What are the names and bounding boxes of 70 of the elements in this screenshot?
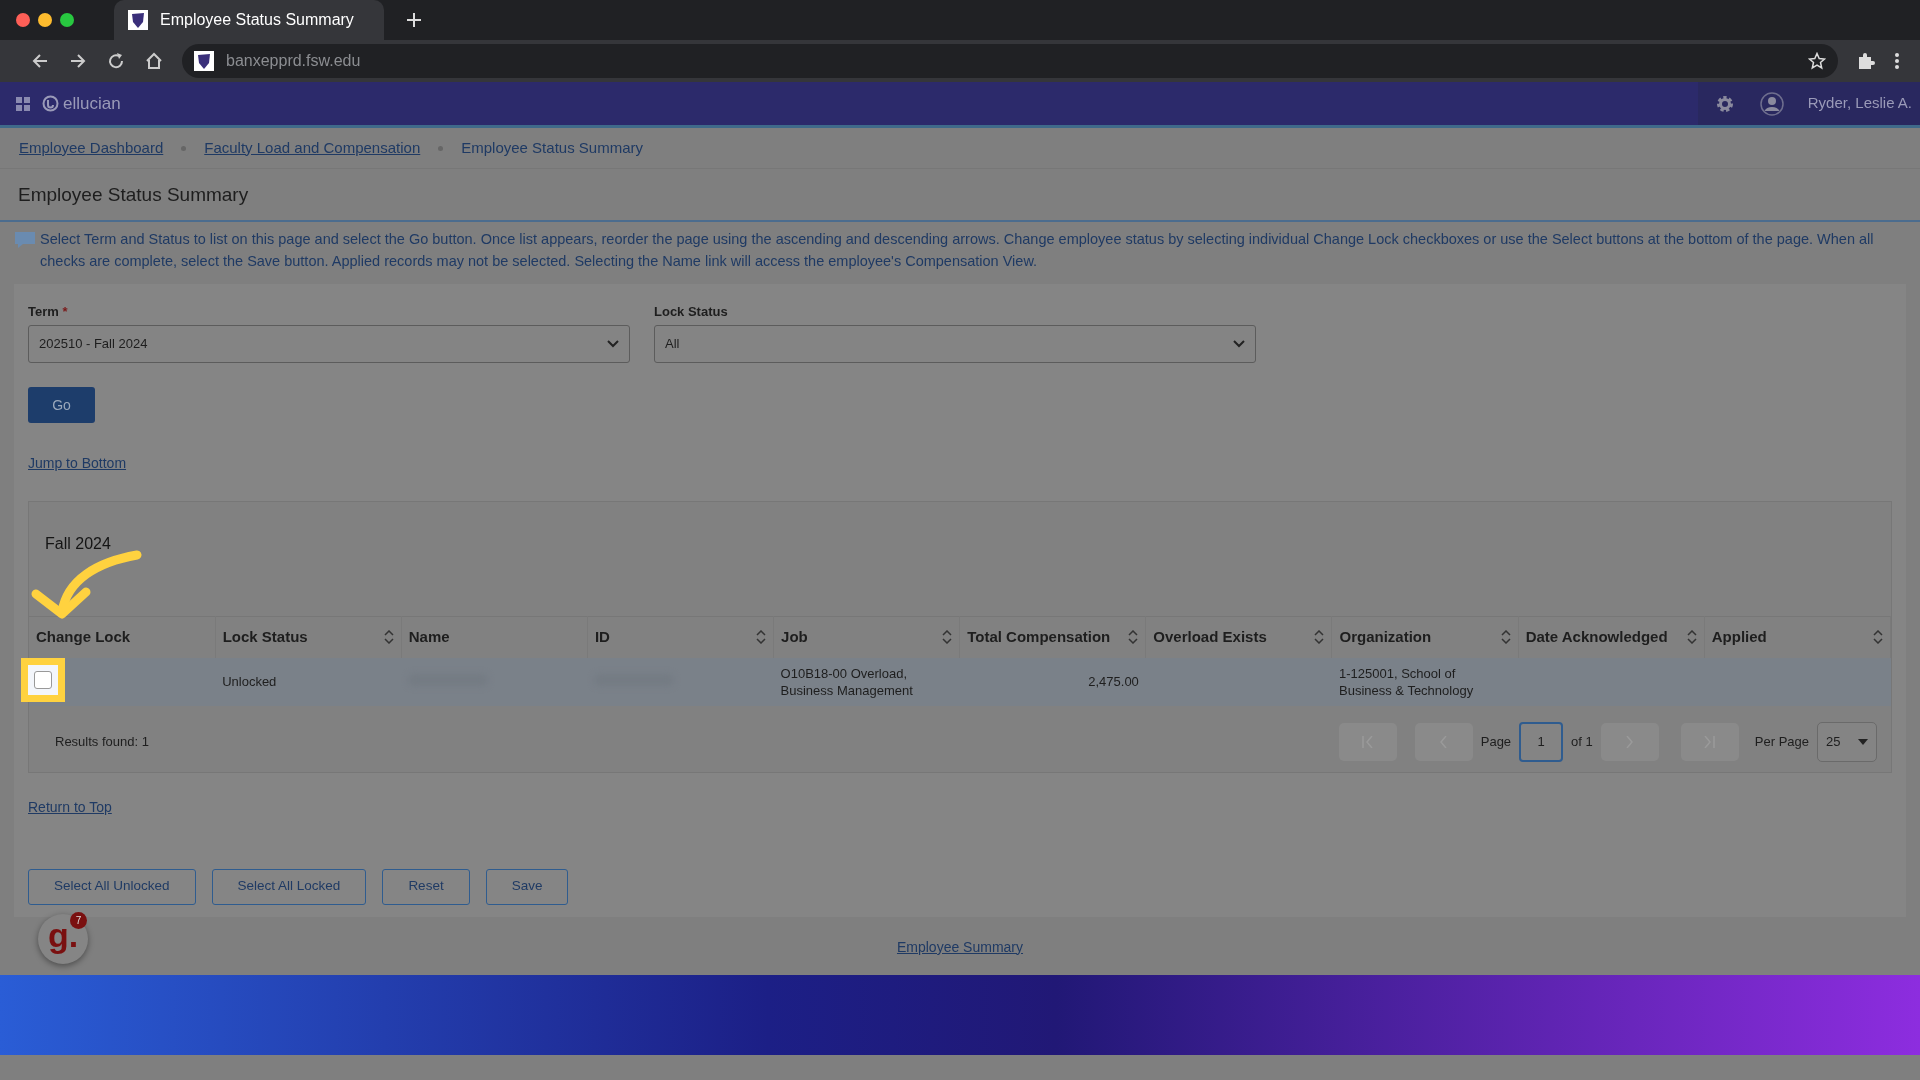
required-mark: * xyxy=(62,303,68,319)
column-header[interactable]: Total Compensation xyxy=(959,616,1146,658)
speech-bubble-icon xyxy=(14,230,36,249)
star-icon[interactable] xyxy=(1808,52,1826,70)
page-label: Page xyxy=(1480,732,1512,751)
column-header[interactable]: Change Lock xyxy=(29,616,216,658)
action-button[interactable]: Reset xyxy=(382,868,470,905)
action-button[interactable]: Save xyxy=(485,868,569,905)
sort-icon[interactable] xyxy=(1873,630,1883,645)
address-bar[interactable]: banxepprd.fsw.edu xyxy=(182,44,1838,78)
sort-icon[interactable] xyxy=(383,630,394,645)
action-button[interactable]: Select All Locked xyxy=(211,868,367,905)
per-page-select[interactable]: 25 xyxy=(1817,721,1877,762)
column-header[interactable]: Lock Status xyxy=(215,616,402,658)
reload-icon[interactable] xyxy=(106,51,126,71)
dropdown-caret-icon xyxy=(1858,738,1868,745)
chevron-down-icon xyxy=(607,340,619,348)
window-control-dot[interactable] xyxy=(16,13,30,27)
page-title: Employee Status Summary xyxy=(0,169,1920,222)
sort-icon[interactable] xyxy=(1314,630,1325,645)
browser-tab[interactable]: Employee Status Summary xyxy=(114,0,384,40)
table-cell: 1-125001, School of Business & Technology xyxy=(1332,657,1519,706)
column-header[interactable]: Name xyxy=(401,616,588,658)
sort-icon[interactable] xyxy=(756,630,767,645)
checkbox[interactable] xyxy=(34,670,52,689)
breadcrumb-current: Employee Status Summary xyxy=(461,137,643,158)
action-button[interactable]: Select All Unlocked xyxy=(28,868,196,905)
sort-icon[interactable] xyxy=(1500,630,1511,645)
column-header[interactable]: Applied xyxy=(1704,616,1891,658)
window-control-dot[interactable] xyxy=(38,13,52,27)
column-header[interactable]: Job xyxy=(773,616,960,658)
table-cell: O10B18-00 Overload, Business Management xyxy=(773,657,960,706)
table-cell: Unlocked xyxy=(215,657,402,706)
puzzle-icon[interactable] xyxy=(1856,51,1876,71)
table-cell: 2,475.00 xyxy=(959,657,1146,706)
logo-icon xyxy=(42,95,59,112)
column-header[interactable]: Overload Exists xyxy=(1145,616,1332,658)
table-title: Fall 2024 xyxy=(45,535,111,552)
shield-icon xyxy=(128,10,148,30)
more-icon[interactable] xyxy=(1894,52,1900,70)
return-link[interactable]: Return to Top xyxy=(28,796,112,818)
breadcrumb-link[interactable]: Employee Dashboard xyxy=(19,136,164,160)
field-label: Lock Status xyxy=(654,303,728,319)
go-button[interactable]: Go xyxy=(28,387,95,423)
footer-link[interactable]: Employee Summary xyxy=(896,938,1023,955)
tab-title: Employee Status Summary xyxy=(160,10,354,30)
chevron-down-icon xyxy=(1233,340,1245,348)
column-header[interactable]: Organization xyxy=(1332,616,1519,658)
dropdown[interactable]: All xyxy=(654,325,1256,363)
column-header[interactable]: ID xyxy=(587,616,774,658)
grid-menu-icon[interactable] xyxy=(16,96,30,111)
instructions-text: Select Term and Status to list on this page and select the Go button. Once list appears, reorder the page using the ascending and descending arrows. Change employee status by selecting individual Change Lock checkboxes or use the Select buttons at the bottom of the page. When all checks are complete, select the Save button. Applied records may not be selected. Selecting the Name link will access the employee's Compensation View. xyxy=(40,229,1875,271)
per-page-label: Per Page xyxy=(1754,732,1809,751)
new-tab-icon[interactable] xyxy=(406,12,422,28)
field-label: Term xyxy=(28,303,59,319)
shield-icon xyxy=(194,51,214,71)
breadcrumb-link[interactable]: Faculty Load and Compensation xyxy=(204,136,421,160)
page-total: of 1 xyxy=(1571,732,1593,751)
results-count: Results found: 1 xyxy=(55,732,149,751)
column-header[interactable]: Date Acknowledged xyxy=(1518,616,1705,658)
jump-link[interactable]: Jump to Bottom xyxy=(28,453,127,474)
sort-icon[interactable] xyxy=(942,630,953,645)
sort-icon[interactable] xyxy=(1686,630,1697,645)
home-icon[interactable] xyxy=(144,51,164,71)
brand-name: ellucian xyxy=(63,92,121,115)
dropdown[interactable]: 202510 - Fall 2024 xyxy=(28,325,630,363)
user-avatar-icon[interactable] xyxy=(1759,91,1784,116)
sort-icon[interactable] xyxy=(1128,630,1139,645)
page-input[interactable]: 1 xyxy=(1519,721,1564,762)
window-control-dot[interactable] xyxy=(60,13,74,27)
